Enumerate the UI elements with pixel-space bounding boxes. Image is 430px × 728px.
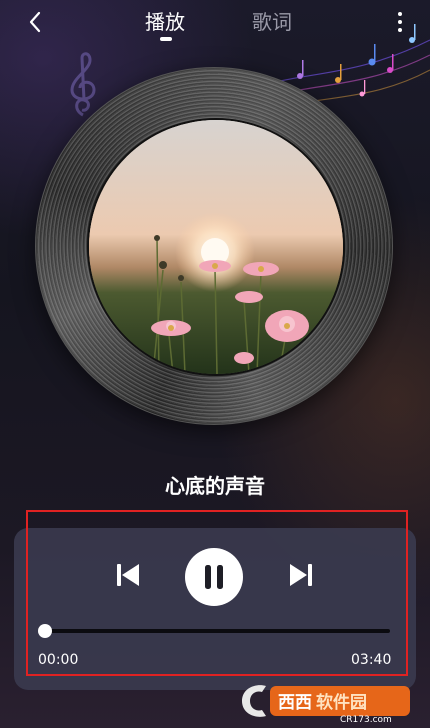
- album-cover: [89, 120, 343, 374]
- back-button[interactable]: [22, 8, 50, 36]
- svg-text:西西: 西西: [278, 693, 312, 713]
- song-title: 心底的声音: [165, 474, 265, 498]
- tab-lyrics[interactable]: 歌词: [252, 6, 292, 35]
- active-tab-indicator: [160, 37, 172, 41]
- more-vertical-icon: [398, 12, 402, 16]
- watermark-logo: 西西 软件园 CR173.com: [232, 678, 422, 724]
- tab-play[interactable]: 播放: [145, 6, 185, 35]
- music-player-screen: 播放 歌词 心底的声音 00:00 03:40 西西 软件园 CR173.com: [0, 0, 430, 728]
- flowers-sunset-image: [89, 120, 343, 374]
- svg-text:软件园: 软件园: [316, 692, 367, 713]
- more-options-button[interactable]: [392, 10, 408, 36]
- svg-text:CR173.com: CR173.com: [340, 715, 392, 724]
- chevron-left-icon: [29, 11, 41, 33]
- highlight-box: [26, 510, 408, 676]
- watermark-image: 西西 软件园 CR173.com: [242, 685, 410, 724]
